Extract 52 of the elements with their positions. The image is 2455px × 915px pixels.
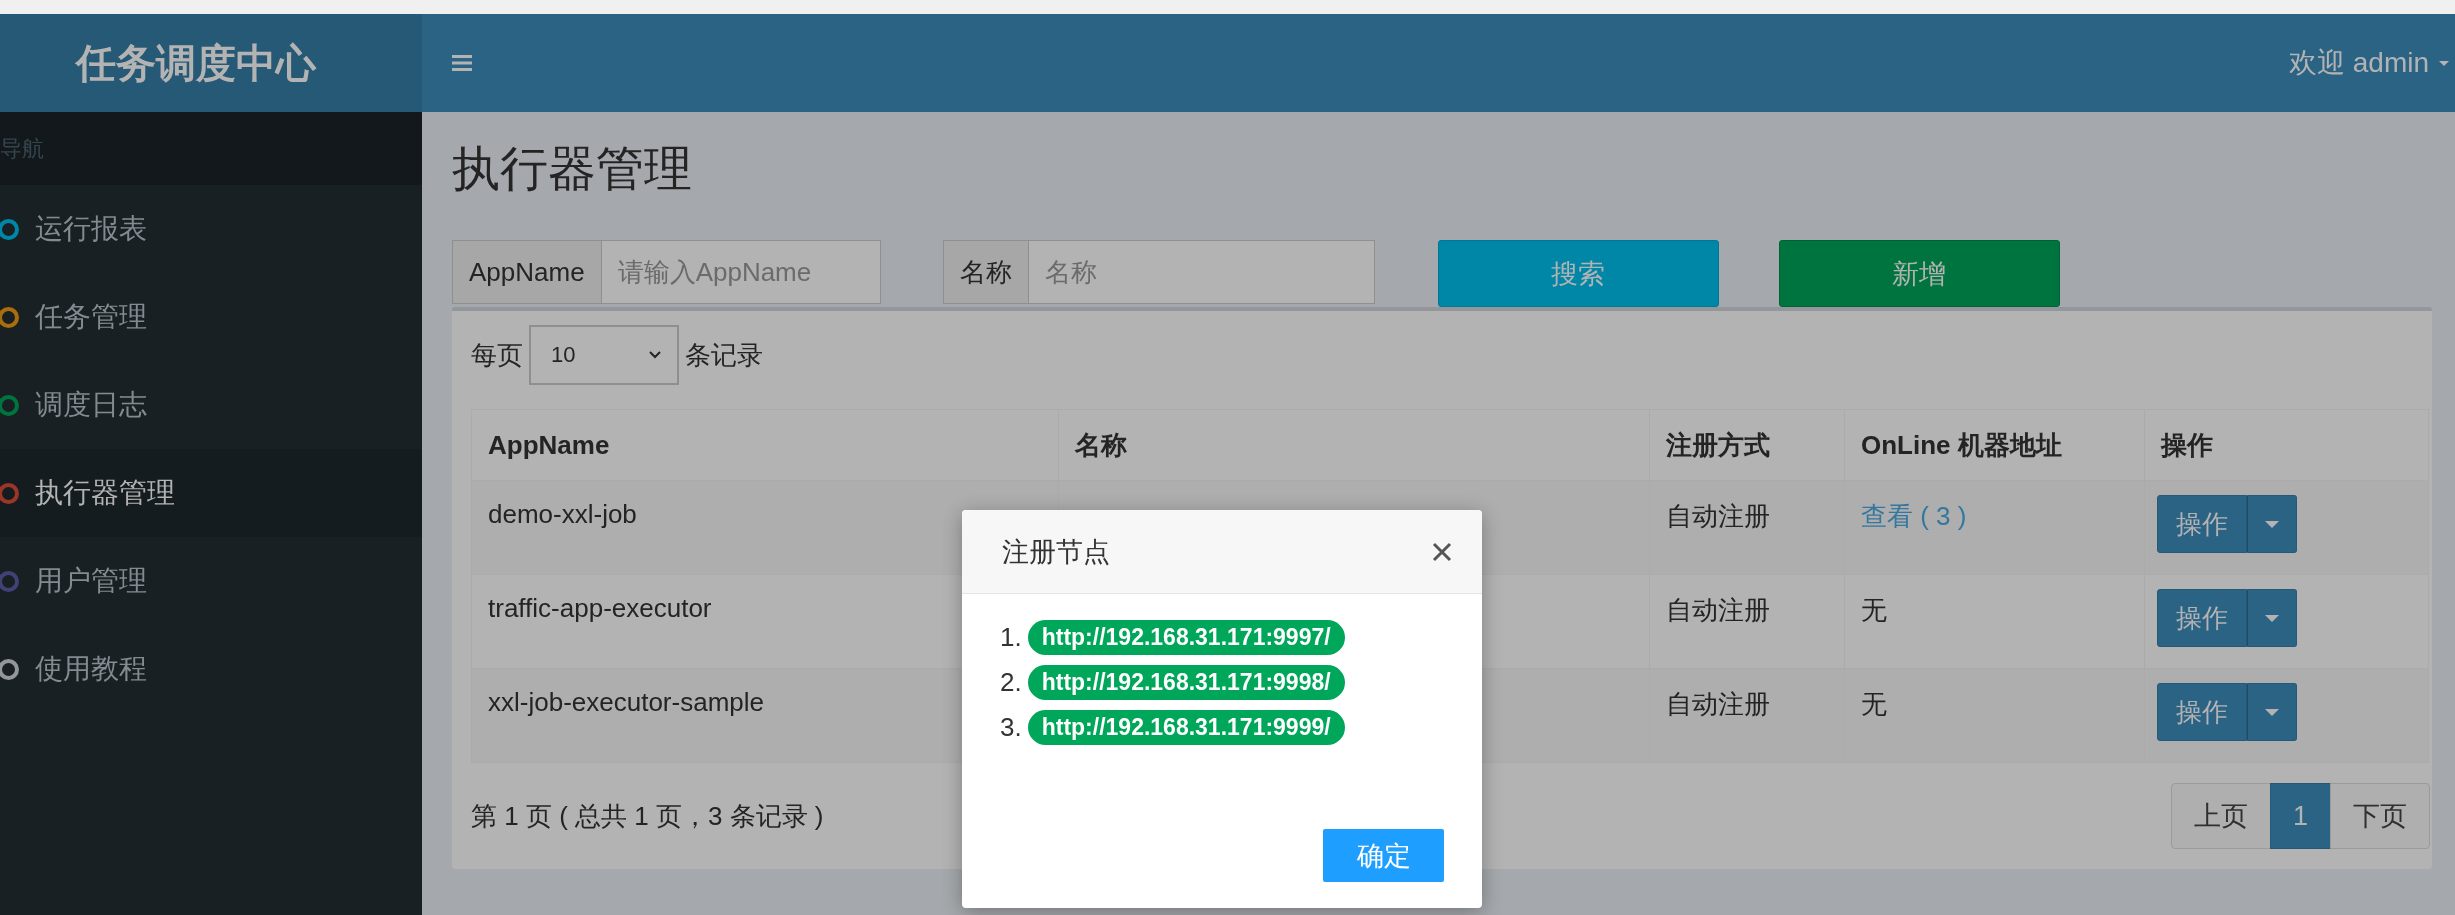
page-title: 执行器管理 [452, 141, 693, 197]
address-tag: http://192.168.31.171:9997/ [1027, 620, 1345, 655]
sidebar-item[interactable]: 执行器管理 [0, 449, 422, 537]
table-cell: 自动注册 [1649, 668, 1845, 763]
dropdown-toggle[interactable] [2247, 589, 2297, 647]
page-button[interactable]: 下页 [2330, 783, 2430, 849]
action-button[interactable]: 操作 [2157, 683, 2247, 741]
action-button[interactable]: 操作 [2157, 495, 2247, 553]
list-number: 3. [1000, 712, 1022, 743]
action-button[interactable]: 操作 [2157, 589, 2247, 647]
page-size-select[interactable]: 10 [529, 325, 679, 385]
address-tag: http://192.168.31.171:9999/ [1027, 710, 1345, 745]
page-button[interactable]: 上页 [2170, 783, 2271, 849]
page-info: 第 1 页 ( 总共 1 页，3 条记录 ) [471, 799, 824, 833]
list-number: 1. [1000, 622, 1022, 653]
user-menu[interactable]: 欢迎 admin [2288, 44, 2449, 82]
dropdown-toggle[interactable] [2247, 495, 2297, 553]
page-button[interactable]: 1 [2269, 783, 2331, 849]
app-logo: 任务调度中心 [76, 39, 316, 87]
page-size-label: 条记录 [685, 338, 763, 372]
modal-title: 注册节点 [1002, 535, 1110, 569]
caret-icon [2439, 60, 2449, 66]
sidebar-item[interactable]: 调度日志 [0, 361, 422, 449]
sidebar-item[interactable]: 运行报表 [0, 185, 422, 273]
close-icon[interactable] [1432, 541, 1452, 562]
dropdown-toggle[interactable] [2247, 683, 2297, 741]
column-header: 操作 [2144, 409, 2429, 481]
caret-icon [2265, 614, 2279, 622]
confirm-button[interactable]: 确定 [1323, 829, 1444, 882]
table-cell: 自动注册 [1649, 480, 1845, 575]
column-header: AppName [471, 409, 1059, 481]
column-header: 注册方式 [1649, 409, 1845, 481]
table-cell: 自动注册 [1649, 574, 1845, 669]
table-cell: 无 [1844, 574, 2145, 669]
field-label: AppName [453, 241, 602, 303]
page-size-label: 每页 [471, 338, 523, 372]
add-button[interactable]: 新增 [1778, 240, 2060, 307]
sidebar-item[interactable]: 用户管理 [0, 537, 422, 625]
caret-icon [2265, 520, 2279, 528]
list-number: 2. [1000, 667, 1022, 698]
caret-icon [2265, 708, 2279, 716]
field-label: 名称 [943, 241, 1029, 303]
address-tag: http://192.168.31.171:9998/ [1027, 665, 1345, 700]
column-header: 名称 [1058, 409, 1650, 481]
search-field[interactable]: AppName 请输入AppName [452, 240, 881, 304]
chevron-icon [649, 351, 661, 359]
menu-icon[interactable] [452, 54, 472, 72]
column-header: OnLine 机器地址 [1844, 409, 2145, 481]
table-cell: 无 [1844, 668, 2145, 763]
search-field[interactable]: 名称 名称 [942, 240, 1375, 304]
sidebar-item[interactable]: 使用教程 [0, 625, 422, 713]
sidebar-item[interactable]: 任务管理 [0, 273, 422, 361]
